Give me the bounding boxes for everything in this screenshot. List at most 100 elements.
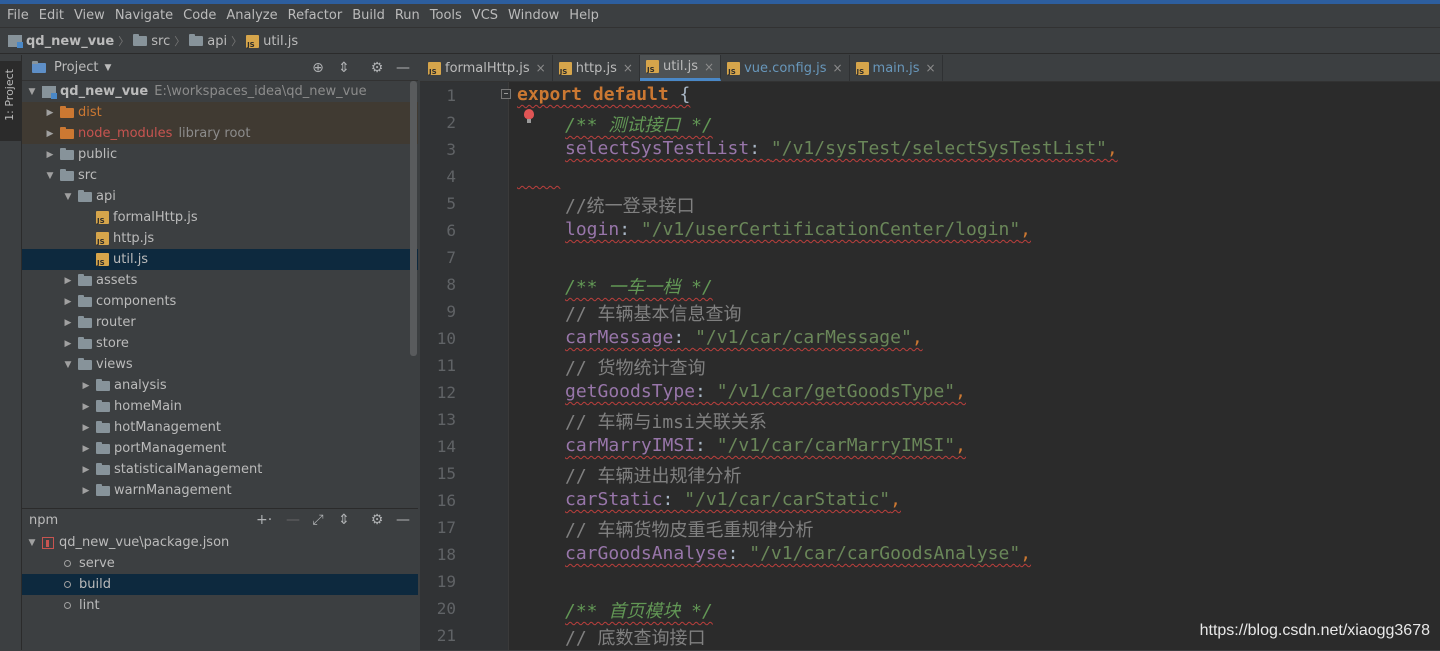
tool-window-strip: 1: Project — [0, 55, 22, 650]
collapsed-arrow-icon[interactable]: ▶ — [79, 381, 93, 391]
close-icon[interactable]: × — [926, 61, 936, 75]
fold-toggle-icon[interactable] — [501, 89, 511, 99]
expanded-arrow-icon[interactable]: ▼ — [61, 192, 75, 202]
folder-icon — [96, 483, 110, 496]
js-file-icon — [96, 211, 109, 225]
close-icon[interactable]: × — [536, 61, 546, 75]
code-line-15: // 车辆进出规律分析 — [565, 466, 742, 487]
project-folder-icon — [42, 85, 57, 99]
expanded-arrow-icon[interactable]: ▼ — [43, 171, 57, 181]
menu-edit[interactable]: Edit — [34, 8, 69, 23]
tree-row-homemain[interactable]: ▶ homeMain — [22, 396, 418, 417]
collapsed-arrow-icon[interactable]: ▶ — [61, 318, 75, 328]
gear-icon[interactable]: ⚙ — [369, 512, 385, 528]
tab-util[interactable]: util.js × — [639, 55, 722, 81]
collapsed-arrow-icon[interactable]: ▶ — [61, 297, 75, 307]
remove-icon[interactable]: — — [285, 512, 301, 528]
expanded-arrow-icon[interactable]: ▼ — [25, 538, 39, 548]
collapsed-arrow-icon[interactable]: ▶ — [79, 402, 93, 412]
close-icon[interactable]: × — [704, 60, 714, 74]
hide-icon[interactable]: — — [395, 60, 411, 76]
tab-main[interactable]: main.js × — [850, 55, 943, 81]
collapsed-arrow-icon[interactable]: ▶ — [43, 150, 57, 160]
folder-icon — [96, 462, 110, 475]
tree-row-util[interactable]: util.js — [22, 249, 418, 270]
tree-row-formalhttp[interactable]: formalHttp.js — [22, 207, 418, 228]
line-number: 18 — [436, 545, 456, 564]
tree-row-components[interactable]: ▶ components — [22, 291, 418, 312]
chevron-down-icon[interactable]: ▼ — [104, 63, 111, 73]
tree-row-public[interactable]: ▶ public — [22, 144, 418, 165]
collapse-all-icon[interactable]: ⇕ — [336, 60, 352, 76]
npm-script-serve[interactable]: serve — [22, 553, 418, 574]
tree-row-views[interactable]: ▼ views — [22, 354, 418, 375]
expanded-arrow-icon[interactable]: ▼ — [61, 360, 75, 370]
menu-vcs[interactable]: VCS — [467, 8, 503, 23]
breadcrumb-file[interactable]: util.js — [246, 34, 298, 49]
breadcrumb-project[interactable]: qd_new_vue — [8, 34, 114, 49]
line-number: 4 — [446, 167, 456, 186]
npm-script-lint[interactable]: lint — [22, 595, 418, 616]
menu-run[interactable]: Run — [390, 8, 425, 23]
tree-row-warnmanagement[interactable]: ▶ warnManagement — [22, 480, 418, 501]
expanded-arrow-icon[interactable]: ▼ — [25, 87, 39, 97]
menu-refactor[interactable]: Refactor — [283, 8, 348, 23]
collapse-all-icon[interactable]: ⇕ — [336, 512, 352, 528]
collapsed-arrow-icon[interactable]: ▶ — [43, 129, 57, 139]
line-number: 19 — [436, 572, 456, 591]
tree-row-api[interactable]: ▼ api — [22, 186, 418, 207]
close-icon[interactable]: × — [832, 61, 842, 75]
tab-vue-config[interactable]: vue.config.js × — [721, 55, 850, 81]
menu-window[interactable]: Window — [503, 8, 564, 23]
project-tool-tab[interactable]: 1: Project — [0, 61, 21, 141]
menu-file[interactable]: File — [2, 8, 34, 23]
npm-script-build[interactable]: build — [22, 574, 418, 595]
menu-tools[interactable]: Tools — [425, 8, 467, 23]
tree-row-assets[interactable]: ▶ assets — [22, 270, 418, 291]
tree-row-node-modules[interactable]: ▶ node_modules library root — [22, 123, 418, 144]
tree-row-root[interactable]: ▼ qd_new_vue E:\workspaces_idea\qd_new_v… — [22, 81, 418, 102]
collapsed-arrow-icon[interactable]: ▶ — [61, 276, 75, 286]
hide-icon[interactable]: — — [395, 512, 411, 528]
collapsed-arrow-icon[interactable]: ▶ — [79, 486, 93, 496]
tree-row-store[interactable]: ▶ store — [22, 333, 418, 354]
excluded-folder-icon — [60, 105, 74, 118]
project-tree-scrollbar[interactable] — [410, 81, 417, 356]
tree-row-hotmanagement[interactable]: ▶ hotManagement — [22, 417, 418, 438]
locate-icon[interactable]: ⊕ — [310, 60, 326, 76]
add-icon[interactable]: +· — [256, 512, 272, 528]
line-number: 16 — [436, 491, 456, 510]
tree-row-src[interactable]: ▼ src — [22, 165, 418, 186]
menu-build[interactable]: Build — [347, 8, 390, 23]
collapsed-arrow-icon[interactable]: ▶ — [79, 423, 93, 433]
tree-row-router[interactable]: ▶ router — [22, 312, 418, 333]
tab-http[interactable]: http.js × — [553, 55, 640, 81]
collapsed-arrow-icon[interactable]: ▶ — [61, 339, 75, 349]
gear-icon[interactable]: ⚙ — [369, 60, 385, 76]
project-view-selector[interactable]: Project — [54, 60, 98, 75]
close-icon[interactable]: × — [623, 61, 633, 75]
collapsed-arrow-icon[interactable]: ▶ — [79, 444, 93, 454]
tree-row-http[interactable]: http.js — [22, 228, 418, 249]
code-editor[interactable]: 1 2 3 4 5 6 7 8 9 10 11 12 13 14 15 16 1… — [420, 82, 1440, 650]
tree-row-portmanagement[interactable]: ▶ portManagement — [22, 438, 418, 459]
breadcrumb-api[interactable]: api — [189, 34, 227, 49]
expand-icon[interactable]: ⤢ — [310, 512, 326, 528]
breadcrumb: qd_new_vue 〉 src 〉 api 〉 util.js — [0, 29, 1440, 54]
lightbulb-icon[interactable] — [524, 109, 534, 123]
menu-navigate[interactable]: Navigate — [110, 8, 178, 23]
menu-code[interactable]: Code — [178, 8, 221, 23]
collapsed-arrow-icon[interactable]: ▶ — [79, 465, 93, 475]
folder-icon — [96, 378, 110, 391]
collapsed-arrow-icon[interactable]: ▶ — [43, 108, 57, 118]
npm-package-row[interactable]: ▼ qd_new_vue\package.json — [22, 532, 418, 553]
menu-analyze[interactable]: Analyze — [221, 8, 282, 23]
breadcrumb-src[interactable]: src — [133, 34, 170, 49]
menu-help[interactable]: Help — [564, 8, 604, 23]
menu-view[interactable]: View — [69, 8, 110, 23]
tree-row-analysis[interactable]: ▶ analysis — [22, 375, 418, 396]
tree-row-dist[interactable]: ▶ dist — [22, 102, 418, 123]
tab-formalhttp[interactable]: formalHttp.js × — [422, 55, 553, 81]
tree-row-statisticalmanagement[interactable]: ▶ statisticalManagement — [22, 459, 418, 480]
